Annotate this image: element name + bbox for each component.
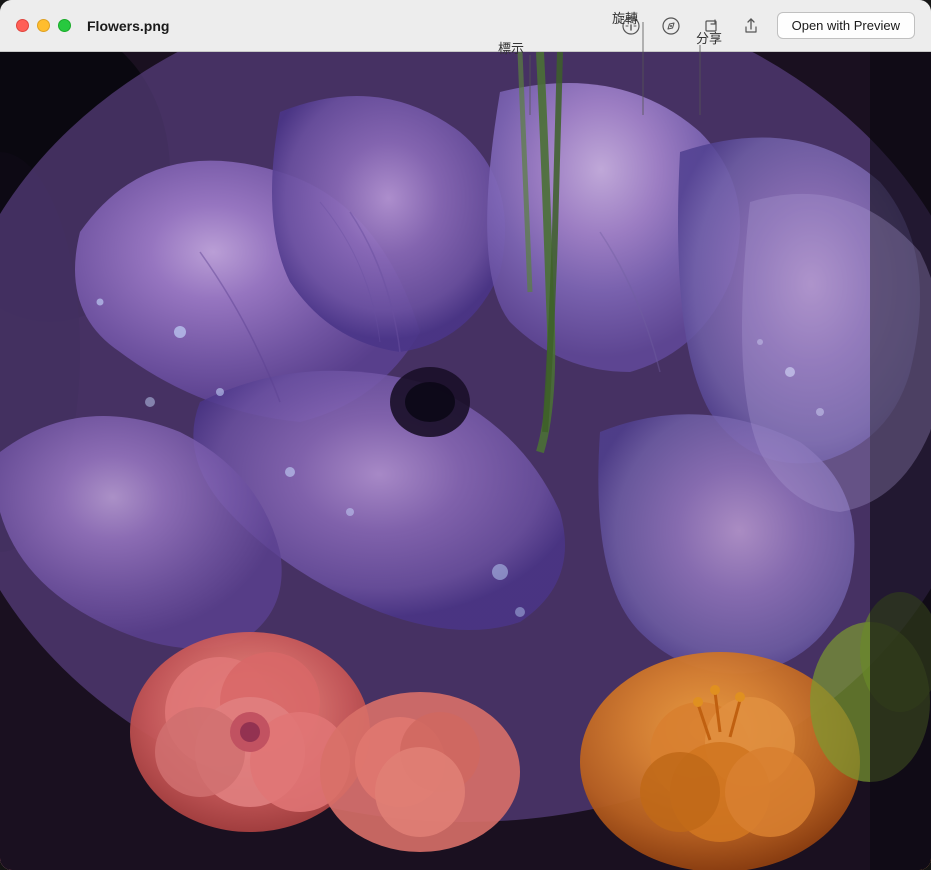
file-name: Flowers.png: [87, 18, 605, 34]
close-button[interactable]: [16, 19, 29, 32]
open-with-preview-button[interactable]: Open with Preview: [777, 12, 915, 39]
toolbar-actions: Open with Preview: [617, 12, 915, 40]
rotate-icon[interactable]: [697, 12, 725, 40]
minimize-button[interactable]: [37, 19, 50, 32]
info-icon[interactable]: [617, 12, 645, 40]
titlebar: Flowers.png: [0, 0, 931, 52]
share-icon[interactable]: [737, 12, 765, 40]
maximize-button[interactable]: [58, 19, 71, 32]
markup-icon[interactable]: [657, 12, 685, 40]
image-area: [0, 52, 931, 870]
quick-look-window: 標示 旋轉 分享 Flowers.png: [0, 0, 931, 870]
window-controls: [16, 19, 71, 32]
flower-image: [0, 52, 931, 870]
flower-svg: [0, 52, 931, 870]
